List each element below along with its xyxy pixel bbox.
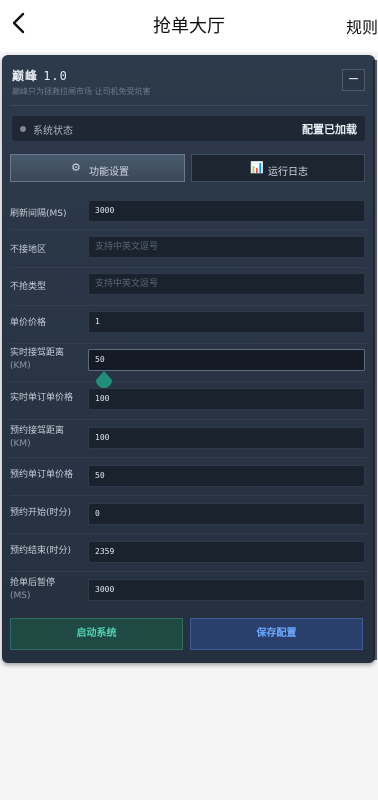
tab-log-label: 运行日志 <box>268 167 308 178</box>
pause-after-grab-input[interactable]: 3000 <box>88 579 365 601</box>
excluded-type-input[interactable]: 支持中英文逗号 <box>88 273 365 295</box>
field-label: 预约结束(时分) <box>10 546 72 556</box>
row-divider <box>10 457 367 458</box>
gear-icon: ⚙ <box>71 161 81 174</box>
row-divider <box>10 267 367 268</box>
status-bar: 系统状态 配置已加载 <box>12 116 365 141</box>
field-realtime-distance: 实时接驾距离 (KM) 50 <box>10 347 367 377</box>
field-label-line1: 预约接驾距离 <box>10 426 65 436</box>
settings-panel: 巅峰 1.0 巅峰只为拯救拉闸市场 让司机免受坑害 − 系统状态 配置已加载 ⚙… <box>2 55 375 663</box>
row-divider <box>10 343 367 344</box>
field-label-unit: (KM) <box>10 361 31 371</box>
row-divider <box>10 229 367 230</box>
header-divider <box>10 105 367 106</box>
field-refresh-interval: 刷新间隔(MS) 3000 <box>10 200 367 228</box>
field-label: 实时接驾距离 (KM) <box>10 347 64 373</box>
field-label-line1: 实时接驾距离 <box>10 348 65 358</box>
field-label: 预约接驾距离 (KM) <box>10 425 64 451</box>
field-excluded-area: 不接地区 支持中英文逗号 <box>10 236 367 264</box>
panel-version: 1.0 <box>43 69 68 83</box>
row-divider <box>10 495 367 496</box>
row-divider <box>10 571 367 572</box>
field-label-line1: 抢单后暂停 <box>10 578 56 588</box>
field-booking-start: 预约开始(时分) 0 <box>10 503 367 531</box>
field-label: 不抢类型 <box>10 282 47 292</box>
tab-settings[interactable]: ⚙ 功能设置 <box>10 154 185 182</box>
realtime-distance-input[interactable]: 50 <box>88 349 365 371</box>
panel-title: 巅峰 1.0 <box>12 67 68 84</box>
field-label: 不接地区 <box>10 245 47 255</box>
row-divider <box>10 419 367 420</box>
nav-bar: 抢单大厅 规则 <box>0 0 378 52</box>
save-config-button[interactable]: 保存配置 <box>190 618 363 650</box>
start-system-button[interactable]: 启动系统 <box>10 618 183 650</box>
minimize-button[interactable]: − <box>342 69 365 91</box>
panel-subtitle: 巅峰只为拯救拉闸市场 让司机免受坑害 <box>12 87 151 96</box>
row-divider <box>10 533 367 534</box>
scrollbar[interactable] <box>373 60 377 660</box>
tab-log[interactable]: 📊 运行日志 <box>191 154 365 182</box>
field-label: 实时单订单价格 <box>10 393 74 403</box>
field-booking-end: 预约结束(时分) 2359 <box>10 541 367 569</box>
chart-icon: 📊 <box>250 161 264 174</box>
field-unit-price: 单价价格 1 <box>10 311 367 339</box>
realtime-order-price-input[interactable]: 100 <box>88 388 365 410</box>
page-title: 抢单大厅 <box>153 16 225 37</box>
booking-start-input[interactable]: 0 <box>88 503 365 525</box>
field-realtime-order-price: 实时单订单价格 100 <box>10 388 367 416</box>
row-divider <box>10 305 367 306</box>
field-label: 预约单订单价格 <box>10 470 74 480</box>
status-label: 系统状态 <box>33 126 73 137</box>
booking-distance-input[interactable]: 100 <box>88 427 365 449</box>
field-booking-order-price: 预约单订单价格 50 <box>10 465 367 493</box>
excluded-area-input[interactable]: 支持中英文逗号 <box>88 236 365 258</box>
refresh-interval-input[interactable]: 3000 <box>88 200 365 222</box>
field-label-unit: (MS) <box>10 591 31 601</box>
status-value: 配置已加载 <box>302 123 357 136</box>
booking-end-input[interactable]: 2359 <box>88 541 365 563</box>
status-indicator-icon <box>20 126 26 132</box>
row-divider <box>10 381 367 382</box>
field-label: 抢单后暂停 (MS) <box>10 577 55 603</box>
field-pause-after-grab: 抢单后暂停 (MS) 3000 <box>10 577 367 607</box>
panel-title-name: 巅峰 <box>12 69 39 83</box>
field-excluded-type: 不抢类型 支持中英文逗号 <box>10 273 367 301</box>
field-label: 刷新间隔(MS) <box>10 209 67 219</box>
field-label-unit: (KM) <box>10 439 31 449</box>
field-booking-distance: 预约接驾距离 (KM) 100 <box>10 425 367 455</box>
field-label: 预约开始(时分) <box>10 508 72 518</box>
booking-order-price-input[interactable]: 50 <box>88 465 365 487</box>
tab-settings-label: 功能设置 <box>89 167 129 178</box>
field-label: 单价价格 <box>10 318 47 328</box>
unit-price-input[interactable]: 1 <box>88 311 365 333</box>
text-cursor-handle-icon[interactable] <box>94 371 114 391</box>
rules-link[interactable]: 规则 <box>346 14 378 38</box>
